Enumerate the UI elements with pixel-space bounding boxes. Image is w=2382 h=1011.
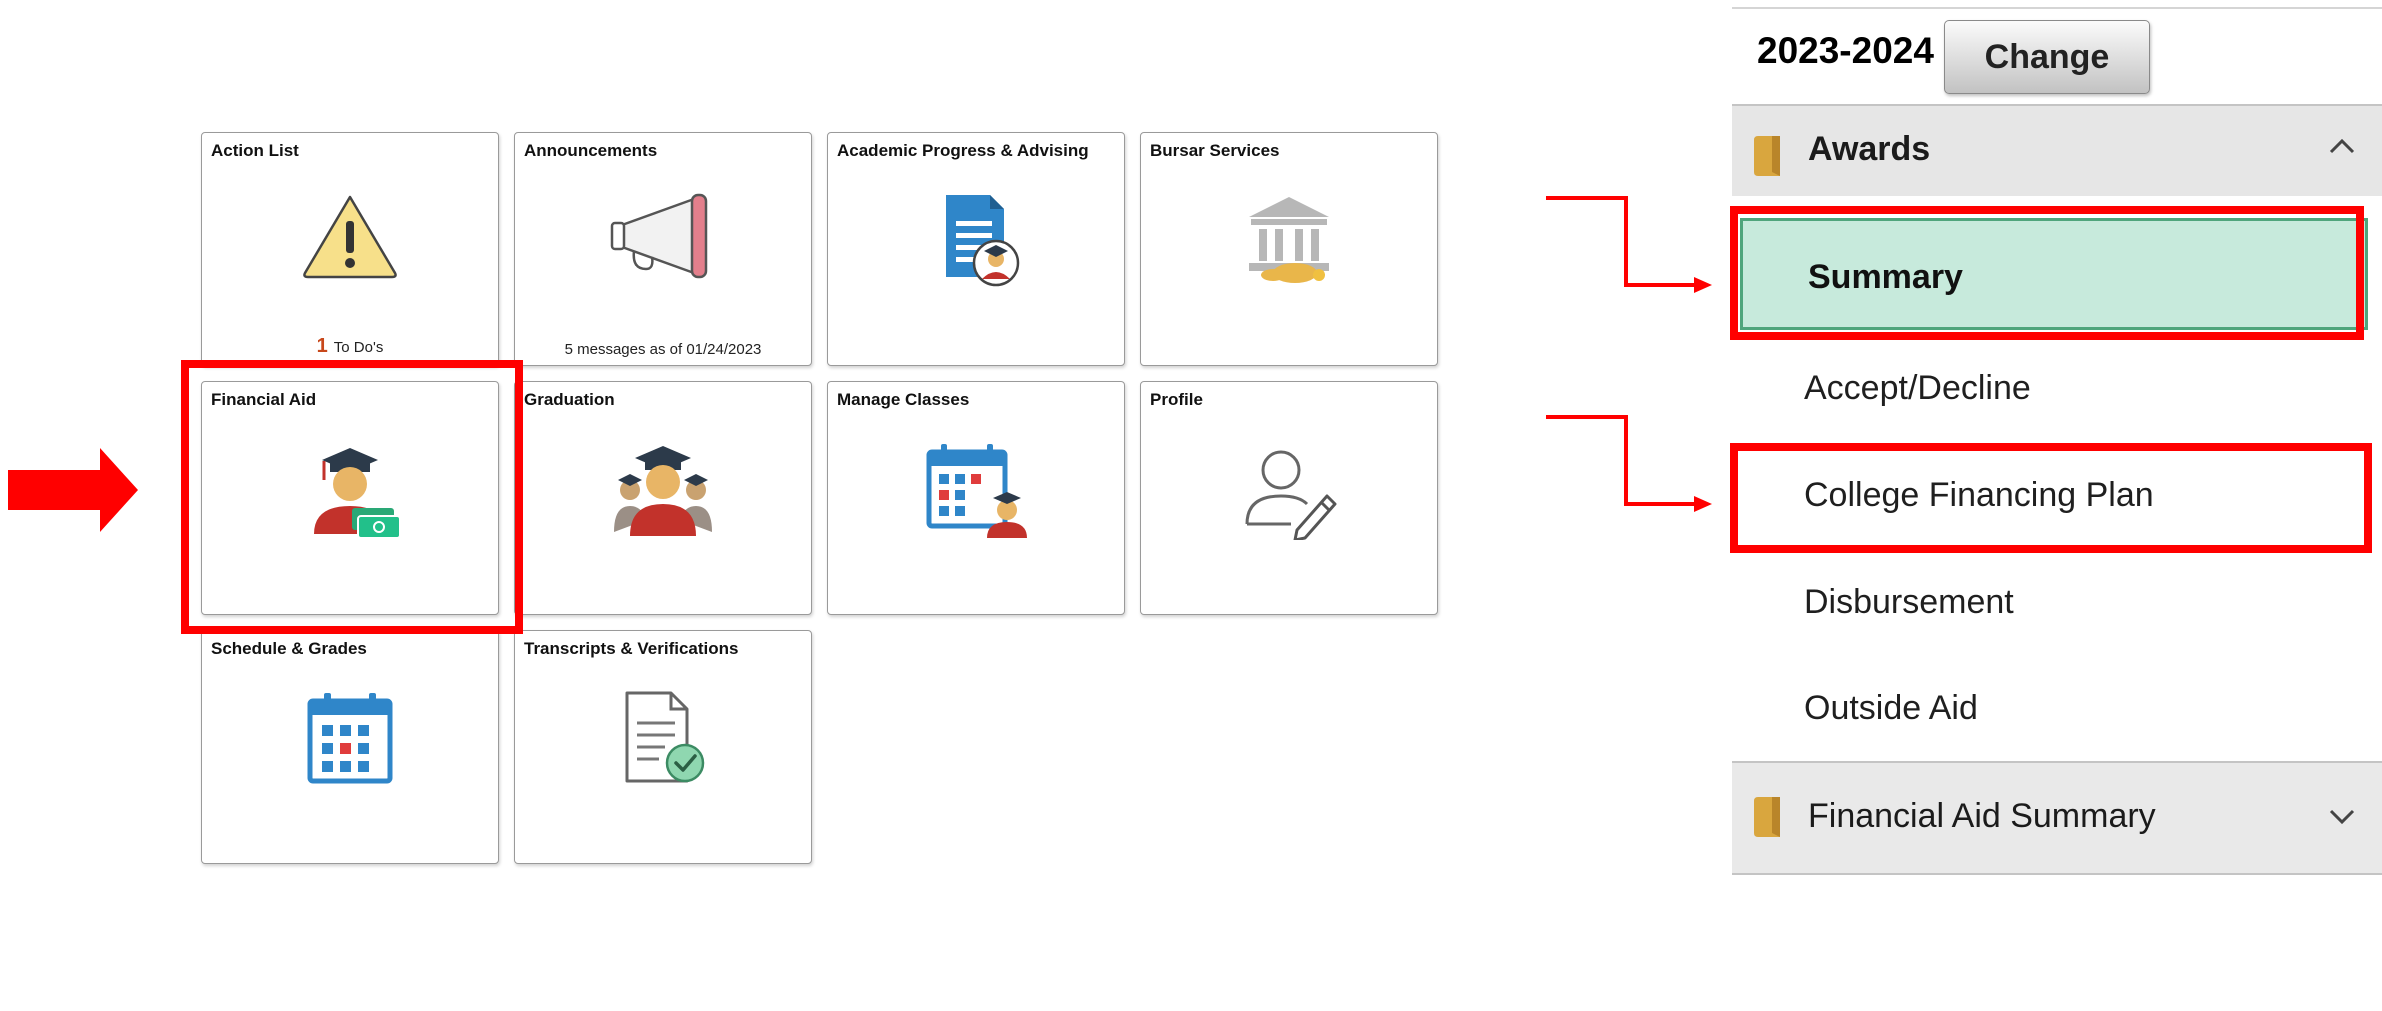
financial-aid-highlight	[181, 360, 523, 634]
megaphone-icon	[515, 191, 811, 301]
graduates-icon	[515, 440, 811, 550]
divider	[1732, 873, 2382, 875]
tile-title: Transcripts & Verifications	[524, 639, 739, 658]
financial-aid-summary-label: Financial Aid Summary	[1808, 797, 2156, 835]
summary-connector-arrow	[1546, 196, 1712, 293]
chevron-down-icon[interactable]	[2328, 807, 2356, 827]
bank-icon	[1141, 191, 1437, 301]
tile-title: Announcements	[524, 141, 658, 160]
panel-top-border	[1732, 7, 2382, 9]
tile-title: Academic Progress & Advising	[837, 141, 1089, 160]
announcements-footer: 5 messages as of 01/24/2023	[564, 341, 762, 358]
todo-count: 1	[316, 335, 328, 357]
chevron-up-icon[interactable]	[2328, 136, 2356, 156]
document-check-icon	[515, 689, 811, 799]
tile-title: Manage Classes	[837, 390, 970, 409]
todo-summary: 1 To Do's	[202, 335, 498, 358]
tile-bursar-services[interactable]: Bursar Services	[1140, 132, 1438, 366]
arrow-right-icon	[8, 448, 138, 532]
summary-highlight	[1730, 206, 2364, 340]
calendar-student-icon	[828, 440, 1124, 550]
tile-profile[interactable]: Profile	[1140, 381, 1438, 615]
change-aid-year-button[interactable]: Change	[1944, 20, 2150, 94]
tile-schedule-grades[interactable]: Schedule & Grades	[201, 630, 499, 864]
folder-icon	[1754, 797, 1780, 837]
folder-icon	[1754, 136, 1780, 176]
tile-action-list[interactable]: Action List 1 To Do's	[201, 132, 499, 366]
warning-icon	[202, 191, 498, 301]
advising-document-icon	[828, 191, 1124, 301]
tile-title: Graduation	[524, 390, 615, 409]
tile-transcripts[interactable]: Transcripts & Verifications	[514, 630, 812, 864]
tile-manage-classes[interactable]: Manage Classes	[827, 381, 1125, 615]
tile-title: Bursar Services	[1150, 141, 1280, 160]
aid-year: 2023-2024	[1757, 30, 1934, 71]
nav-item-outside-aid[interactable]: Outside Aid	[1804, 689, 1978, 728]
nav-item-accept-decline[interactable]: Accept/Decline	[1804, 369, 2031, 408]
tile-title: Action List	[211, 141, 299, 160]
college-financing-plan-highlight	[1730, 443, 2372, 553]
nav-item-disbursement[interactable]: Disbursement	[1804, 583, 2014, 622]
tile-announcements[interactable]: Announcements 5 messages as of 01/24/202…	[514, 132, 812, 366]
todo-label: To Do's	[333, 339, 384, 356]
awards-group-label: Awards	[1808, 130, 1931, 168]
financing-plan-connector-arrow	[1546, 415, 1712, 512]
tile-graduation[interactable]: Graduation	[514, 381, 812, 615]
calendar-icon	[202, 689, 498, 799]
tile-title: Schedule & Grades	[211, 639, 367, 658]
tile-title: Profile	[1150, 390, 1203, 409]
profile-edit-icon	[1141, 440, 1437, 550]
tile-academic-progress[interactable]: Academic Progress & Advising	[827, 132, 1125, 366]
financial-aid-summary-group-header[interactable]: Financial Aid Summary	[1732, 763, 2382, 873]
awards-group-header[interactable]: Awards	[1732, 106, 2382, 196]
